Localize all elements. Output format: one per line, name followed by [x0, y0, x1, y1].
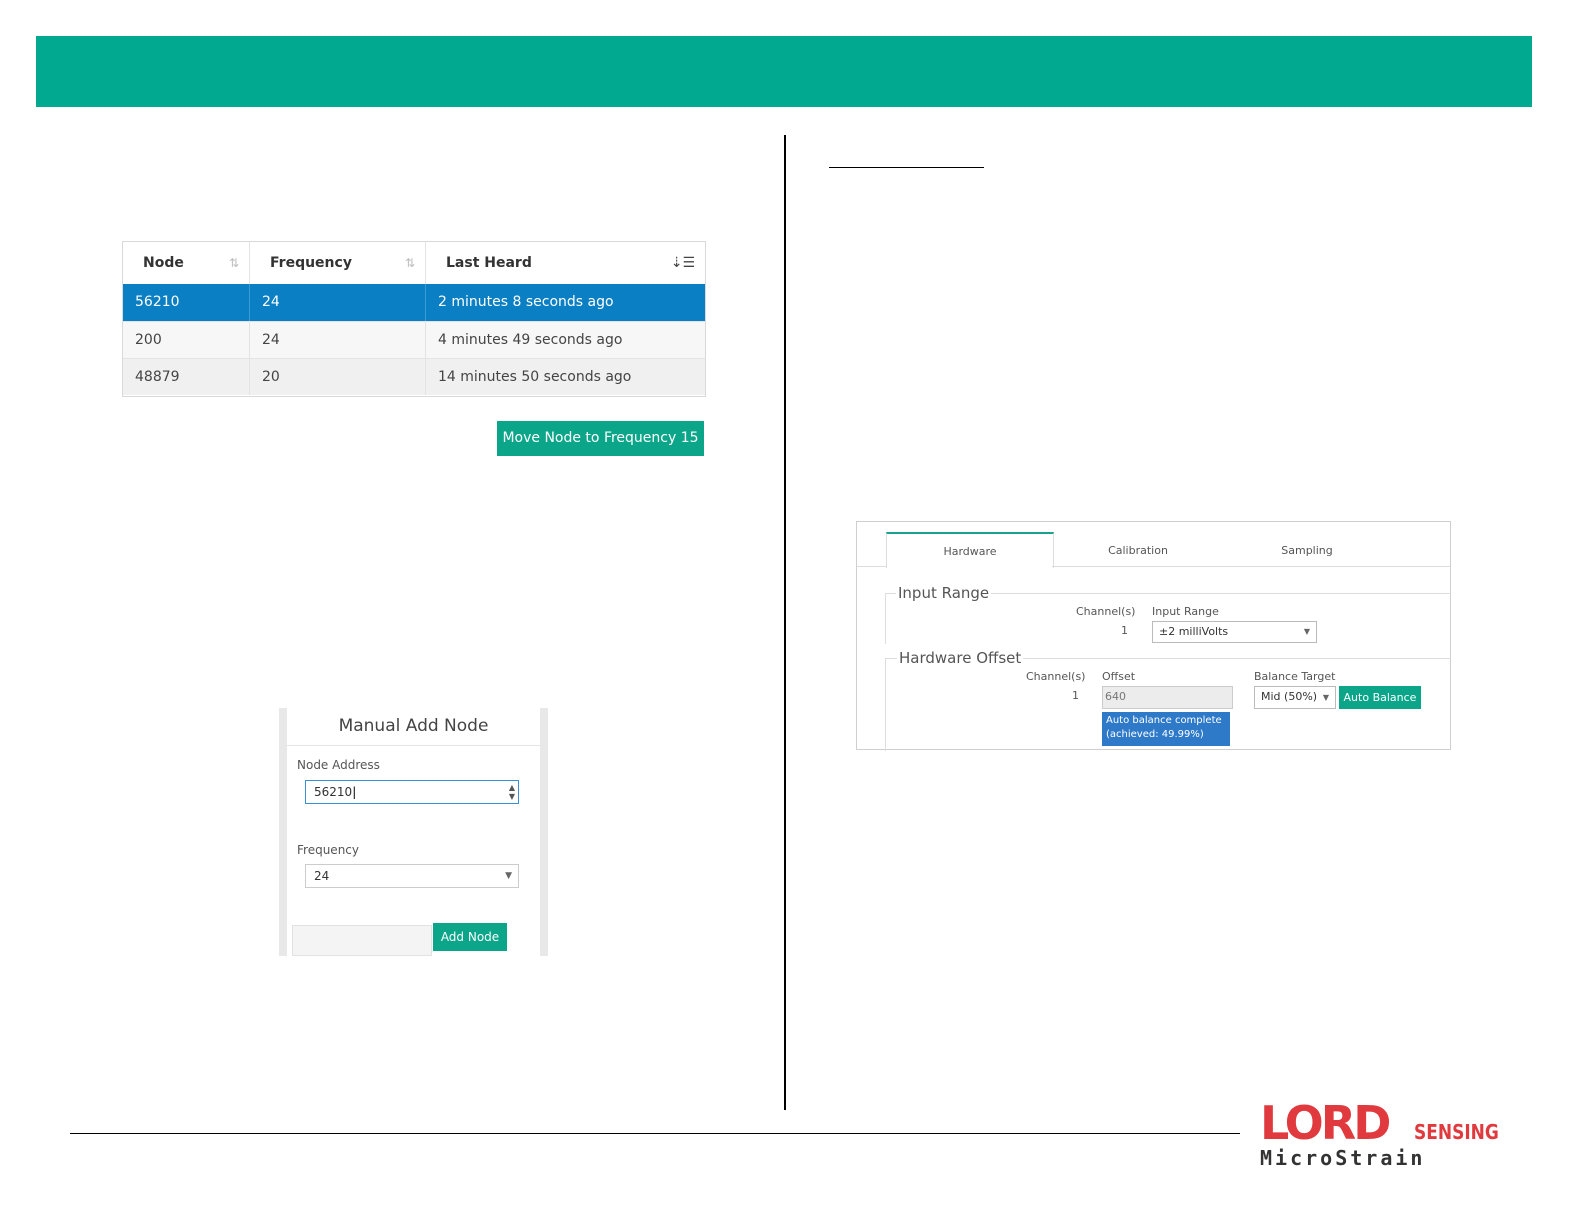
cell-frequency: 24 — [250, 322, 426, 358]
balance-target-header: Balance Target — [1254, 670, 1336, 683]
cell-node: 200 — [123, 322, 250, 358]
balance-target-select[interactable]: Mid (50%) ▼ — [1254, 686, 1336, 709]
chevron-down-icon: ▼ — [1303, 627, 1310, 636]
chevron-down-icon: ▼ — [505, 871, 512, 881]
tab-divider — [1052, 566, 1450, 567]
cell-frequency: 24 — [250, 284, 426, 321]
panel-title: Manual Add Node — [287, 708, 540, 746]
move-node-button[interactable]: Move Node to Frequency 15 — [497, 421, 704, 456]
node-address-input[interactable]: 56210| ▲ ▼ — [305, 780, 519, 804]
button-bar — [292, 925, 432, 956]
column-header-last-heard[interactable]: Last Heard ⇣☰ — [426, 242, 705, 284]
logo-wordmark-sensing: SENSING — [1414, 1120, 1499, 1144]
manual-add-node-panel: Manual Add Node Node Address 56210| ▲ ▼ … — [279, 708, 548, 956]
table-row[interactable]: 200 24 4 minutes 49 seconds ago — [123, 321, 705, 358]
channel-number: 1 — [1121, 624, 1128, 637]
channel-number: 1 — [1072, 689, 1079, 702]
table-row[interactable]: 56210 24 2 minutes 8 seconds ago — [123, 284, 705, 321]
frequency-label: Frequency — [297, 843, 359, 857]
decrement-icon[interactable]: ▼ — [509, 793, 515, 801]
tab-calibration[interactable]: Calibration — [1055, 533, 1221, 567]
logo-wordmark-microstrain: MicroStrain — [1260, 1146, 1426, 1170]
increment-icon[interactable]: ▲ — [509, 784, 515, 792]
auto-balance-button[interactable]: Auto Balance — [1339, 686, 1421, 709]
offset-header: Offset — [1102, 670, 1136, 683]
hardware-offset-legend: Hardware Offset — [897, 649, 1024, 667]
node-list-table: Node ⇅ Frequency ⇅ Last Heard ⇣☰ 56210 2… — [122, 241, 706, 397]
sort-icon[interactable]: ⇅ — [405, 242, 415, 284]
chevron-down-icon: ▼ — [1322, 693, 1329, 702]
auto-balance-tooltip: Auto balance complete (achieved: 49.99%) — [1102, 712, 1230, 746]
input-range-select[interactable]: ±2 milliVolts ▼ — [1152, 621, 1317, 643]
offset-input[interactable]: 640 — [1102, 686, 1233, 709]
frequency-select[interactable]: 24 ▼ — [305, 864, 519, 888]
cell-node: 56210 — [123, 284, 250, 321]
add-node-button[interactable]: Add Node — [433, 923, 507, 951]
hardware-config-panel: Hardware Calibration Sampling Input Rang… — [856, 521, 1451, 751]
cell-node: 48879 — [123, 359, 250, 395]
channels-header: Channel(s) — [1076, 605, 1136, 618]
node-address-label: Node Address — [297, 758, 380, 772]
column-header-frequency[interactable]: Frequency ⇅ — [250, 242, 426, 284]
sort-icon[interactable]: ⇅ — [229, 242, 239, 284]
cell-last-heard: 4 minutes 49 seconds ago — [438, 332, 623, 348]
cell-frequency: 20 — [250, 359, 426, 395]
header-banner — [36, 36, 1532, 107]
input-range-header: Input Range — [1152, 605, 1219, 618]
table-row[interactable]: 48879 20 14 minutes 50 seconds ago — [123, 358, 705, 395]
logo-wordmark-lord: LORD — [1260, 1096, 1391, 1150]
sort-descending-icon[interactable]: ⇣☰ — [671, 242, 695, 284]
tab-sampling[interactable]: Sampling — [1224, 533, 1390, 567]
footer-rule — [70, 1133, 1240, 1134]
column-divider — [784, 135, 786, 1110]
column-header-node[interactable]: Node ⇅ — [123, 242, 250, 284]
input-range-legend: Input Range — [896, 584, 992, 602]
lord-sensing-logo: LORD SENSING MicroStrain — [1260, 1100, 1510, 1175]
channels-header: Channel(s) — [1026, 670, 1086, 683]
section-heading-underline — [829, 167, 984, 168]
tab-divider — [857, 566, 886, 567]
cell-last-heard: 14 minutes 50 seconds ago — [438, 369, 632, 385]
cell-last-heard: 2 minutes 8 seconds ago — [438, 294, 614, 310]
tab-hardware[interactable]: Hardware — [886, 532, 1054, 568]
